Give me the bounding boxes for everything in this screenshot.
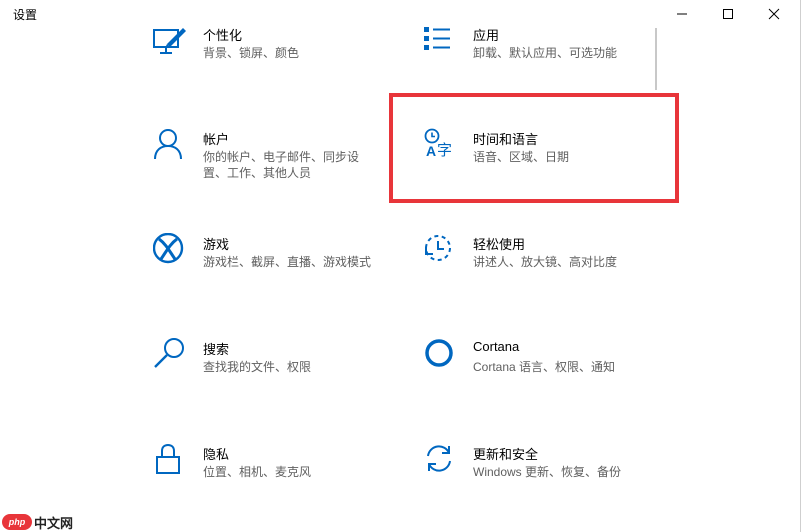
tile-description: 背景、锁屏、颜色 <box>203 46 300 60</box>
tile-title: 帐户 <box>203 132 230 147</box>
tile-title: 隐私 <box>203 447 230 462</box>
cortana-icon <box>423 338 463 378</box>
account-icon <box>153 128 193 168</box>
lock-icon <box>153 443 193 483</box>
update-icon <box>423 443 463 483</box>
search-icon <box>153 338 193 378</box>
tile-cortana[interactable]: Cortana Cortana 语言、权限、通知 <box>423 338 673 398</box>
ease-of-access-icon <box>423 233 463 273</box>
watermark: php 中文网 <box>2 512 73 532</box>
tile-privacy[interactable]: 隐私 位置、相机、麦克风 <box>153 443 403 503</box>
tile-description: 语音、区域、日期 <box>473 150 570 164</box>
tile-update-security[interactable]: 更新和安全 Windows 更新、恢复、备份 <box>423 443 673 503</box>
tile-description: 游戏栏、截屏、直播、游戏模式 <box>203 255 372 269</box>
minimize-icon <box>677 13 687 15</box>
tile-title: 个性化 <box>203 28 243 43</box>
tile-description: 位置、相机、麦克风 <box>203 465 312 479</box>
maximize-button[interactable] <box>705 0 751 28</box>
maximize-icon <box>723 9 733 19</box>
tile-apps[interactable]: 应用 卸载、默认应用、可选功能 <box>423 24 673 84</box>
tile-description: Windows 更新、恢复、备份 <box>473 465 622 479</box>
time-language-icon: A 字 <box>423 128 463 168</box>
tile-description: 你的帐户、电子邮件、同步设置、工作、其他人员 <box>203 150 360 180</box>
tile-gaming[interactable]: 游戏 游戏栏、截屏、直播、游戏模式 <box>153 233 403 293</box>
personalization-icon <box>153 24 193 64</box>
tile-description: 查找我的文件、权限 <box>203 360 312 374</box>
svg-text:字: 字 <box>437 141 452 159</box>
tile-title: 更新和安全 <box>473 447 539 462</box>
apps-icon <box>423 24 463 64</box>
tile-description: 讲述人、放大镜、高对比度 <box>473 255 618 269</box>
tile-title: 游戏 <box>203 237 230 252</box>
tile-accounts[interactable]: 帐户 你的帐户、电子邮件、同步设置、工作、其他人员 <box>153 128 403 188</box>
tile-title: 搜索 <box>203 342 230 357</box>
window-title: 设置 <box>13 8 38 22</box>
tile-ease-of-access[interactable]: 轻松使用 讲述人、放大镜、高对比度 <box>423 233 673 293</box>
tile-title: 应用 <box>473 28 500 43</box>
tile-personalization[interactable]: 个性化 背景、锁屏、颜色 <box>153 24 403 84</box>
tile-title: Cortana <box>473 339 520 354</box>
watermark-logo: php <box>2 514 32 530</box>
tile-description: Cortana 语言、权限、通知 <box>473 360 616 374</box>
tile-title: 轻松使用 <box>473 237 526 252</box>
tile-title: 时间和语言 <box>473 132 539 147</box>
tile-time-language[interactable]: A 字 时间和语言 语音、区域、日期 <box>423 128 673 188</box>
tile-description: 卸载、默认应用、可选功能 <box>473 46 618 60</box>
close-icon <box>768 8 780 20</box>
svg-text:A: A <box>426 143 436 159</box>
tile-search[interactable]: 搜索 查找我的文件、权限 <box>153 338 403 398</box>
watermark-text: 中文网 <box>34 515 74 531</box>
close-button[interactable] <box>751 0 797 28</box>
xbox-icon <box>153 233 193 273</box>
